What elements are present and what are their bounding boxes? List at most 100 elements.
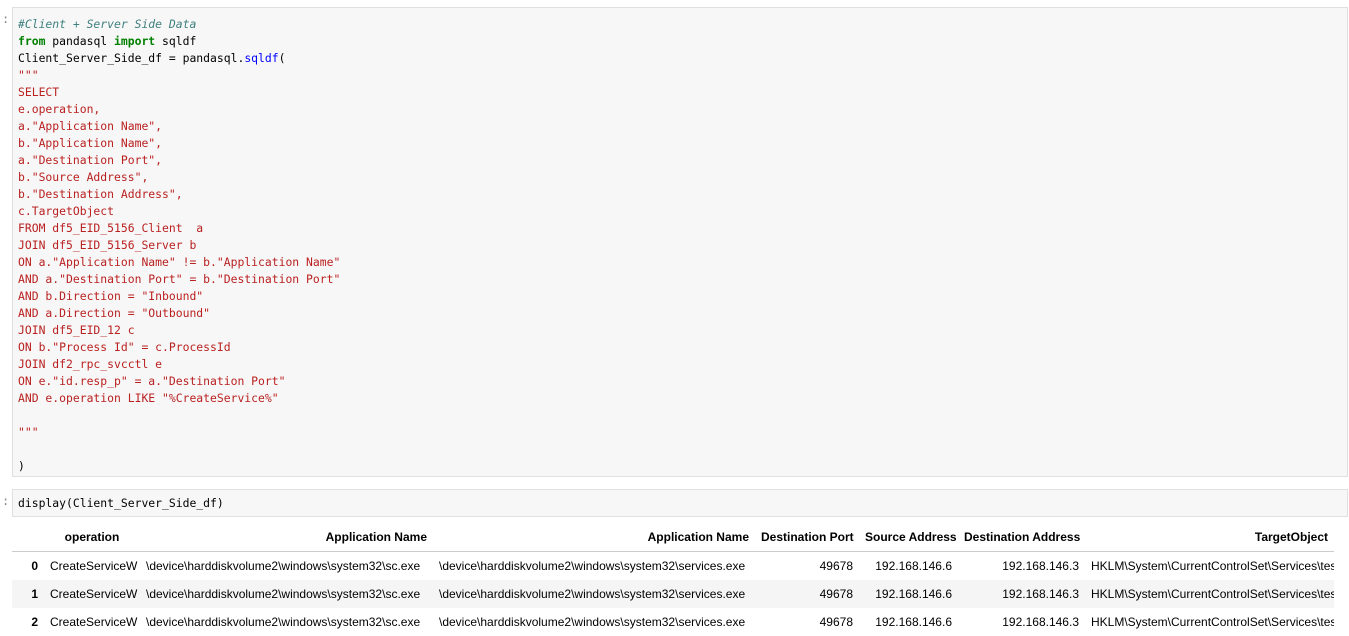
code-cell-display[interactable]: display(Client_Server_Side_df): [12, 489, 1348, 517]
code-line: a."Application Name",: [18, 118, 1347, 135]
code-token: a."Application Name",: [18, 119, 163, 133]
code-line: ON e."id.resp_p" = a."Destination Port": [18, 373, 1347, 390]
code-token: #Client + Server Side Data: [18, 17, 197, 31]
code-token: b."Destination Address",: [18, 187, 183, 201]
cell-application-name: \device\harddiskvolume2\windows\system32…: [439, 559, 746, 573]
table-row: 0 CreateServiceW \device\harddiskvolume2…: [12, 552, 1334, 581]
code-token: AND a."Destination Port" = b."Destinatio…: [18, 272, 341, 286]
code-line: SELECT: [18, 84, 1347, 101]
code-token: from: [18, 34, 46, 48]
code-line: JOIN df5_EID_12 c: [18, 322, 1347, 339]
cell-operation: CreateServiceW: [50, 559, 138, 573]
code-line: a."Destination Port",: [18, 152, 1347, 169]
cell-application-name: \device\harddiskvolume2\windows\system32…: [439, 587, 746, 601]
code-token: Client_Server_Side_df = pandasql.: [18, 51, 245, 65]
code-line: ): [18, 458, 1347, 475]
cell-application-name: \device\harddiskvolume2\windows\system32…: [439, 615, 746, 629]
code-line: Client_Server_Side_df = pandasql.sqldf(: [18, 50, 1347, 67]
cell-application-name: \device\harddiskvolume2\windows\system32…: [146, 587, 421, 601]
code-line: from pandasql import sqldf: [18, 33, 1347, 50]
code-token: AND b.Direction = "Inbound": [18, 289, 204, 303]
code-token: ): [18, 459, 25, 473]
code-cell-sql-query[interactable]: #Client + Server Side Data from pandasql …: [12, 7, 1348, 477]
code-line: display(Client_Server_Side_df): [18, 495, 1347, 512]
code-line: ON b."Process Id" = c.ProcessId: [18, 339, 1347, 356]
code-line: AND a."Destination Port" = b."Destinatio…: [18, 271, 1347, 288]
code-token: a."Destination Port",: [18, 153, 163, 167]
column-header-destination-address: Destination Address: [958, 522, 1085, 552]
column-header-destination-port: Destination Port: [755, 522, 859, 552]
code-token: SELECT: [18, 85, 60, 99]
cell-destination-address: 192.168.146.3: [1002, 615, 1079, 629]
code-line: JOIN df5_EID_5156_Server b: [18, 237, 1347, 254]
code-token: import: [114, 34, 156, 48]
cell-source-address: 192.168.146.6: [875, 559, 952, 573]
cell-operation: CreateServiceW: [50, 615, 138, 629]
row-index: 0: [31, 559, 38, 573]
cell-prompt: :: [2, 12, 10, 26]
column-header-source-address: Source Address: [859, 522, 958, 552]
code-token: """: [18, 68, 39, 82]
code-token: b."Source Address",: [18, 170, 149, 184]
code-token: JOIN df2_rpc_svcctl e: [18, 357, 163, 371]
cell-destination-port: 49678: [819, 587, 853, 601]
code-line: ON a."Application Name" != b."Applicatio…: [18, 254, 1347, 271]
cell-destination-port: 49678: [819, 615, 853, 629]
code-token: ON e."id.resp_p" = a."Destination Port": [18, 374, 286, 388]
code-token: (: [278, 51, 286, 65]
code-line: b."Application Name",: [18, 135, 1347, 152]
code-line: b."Source Address",: [18, 169, 1347, 186]
column-header-application-name: Application Name: [140, 522, 433, 552]
code-token: e.operation,: [18, 102, 101, 116]
row-index: 1: [31, 587, 38, 601]
code-token: sqldf: [155, 34, 197, 48]
code-token: FROM df5_EID_5156_Client a: [18, 221, 204, 235]
cell-output: operation Application Name Application N…: [12, 522, 1334, 636]
code-line: AND e.operation LIKE "%CreateService%": [18, 390, 1347, 407]
code-token: JOIN df5_EID_12 c: [18, 323, 135, 337]
index-header: [12, 522, 44, 552]
code-line: e.operation,: [18, 101, 1347, 118]
column-header-operation: operation: [44, 522, 140, 552]
cell-target-object: HKLM\System\CurrentControlSet\Services\t…: [1091, 587, 1334, 601]
code-token: JOIN df5_EID_5156_Server b: [18, 238, 197, 252]
code-line: c.TargetObject: [18, 203, 1347, 220]
cell-source-address: 192.168.146.6: [875, 615, 952, 629]
code-token: AND e.operation LIKE "%CreateService%": [18, 391, 279, 405]
row-index: 2: [31, 615, 38, 629]
cell-application-name: \device\harddiskvolume2\windows\system32…: [146, 559, 421, 573]
code-line: JOIN df2_rpc_svcctl e: [18, 356, 1347, 373]
code-token: display(Client_Server_Side_df): [18, 496, 224, 510]
cell-source-address: 192.168.146.6: [875, 587, 952, 601]
code-line: """: [18, 424, 1347, 441]
code-token: ON b."Process Id" = c.ProcessId: [18, 340, 231, 354]
cell-operation: CreateServiceW: [50, 587, 138, 601]
dataframe-table: operation Application Name Application N…: [12, 522, 1334, 636]
cell-application-name: \device\harddiskvolume2\windows\system32…: [146, 615, 421, 629]
code-token: pandasql: [45, 34, 115, 48]
code-token: """: [18, 425, 39, 439]
table-row: 1 CreateServiceW \device\harddiskvolume2…: [12, 580, 1334, 608]
cell-destination-port: 49678: [819, 559, 853, 573]
code-token: AND a.Direction = "Outbound": [18, 306, 211, 320]
code-editor[interactable]: display(Client_Server_Side_df): [13, 490, 1347, 512]
code-token: c.TargetObject: [18, 204, 115, 218]
cell-target-object: HKLM\System\CurrentControlSet\Services\t…: [1091, 559, 1334, 573]
code-editor[interactable]: #Client + Server Side Data from pandasql …: [13, 8, 1347, 475]
code-line: """: [18, 67, 1347, 84]
code-line: #Client + Server Side Data: [18, 16, 1347, 33]
table-header-row: operation Application Name Application N…: [12, 522, 1334, 552]
cell-destination-address: 192.168.146.3: [1002, 559, 1079, 573]
cell-destination-address: 192.168.146.3: [1002, 587, 1079, 601]
code-line: AND a.Direction = "Outbound": [18, 305, 1347, 322]
code-line: b."Destination Address",: [18, 186, 1347, 203]
code-line: AND b.Direction = "Inbound": [18, 288, 1347, 305]
cell-prompt: :: [2, 494, 10, 508]
table-row: 2 CreateServiceW \device\harddiskvolume2…: [12, 608, 1334, 636]
code-token: sqldf: [244, 51, 279, 65]
code-token: b."Application Name",: [18, 136, 163, 150]
code-token: ON a."Application Name" != b."Applicatio…: [18, 255, 341, 269]
column-header-application-name: Application Name: [433, 522, 755, 552]
